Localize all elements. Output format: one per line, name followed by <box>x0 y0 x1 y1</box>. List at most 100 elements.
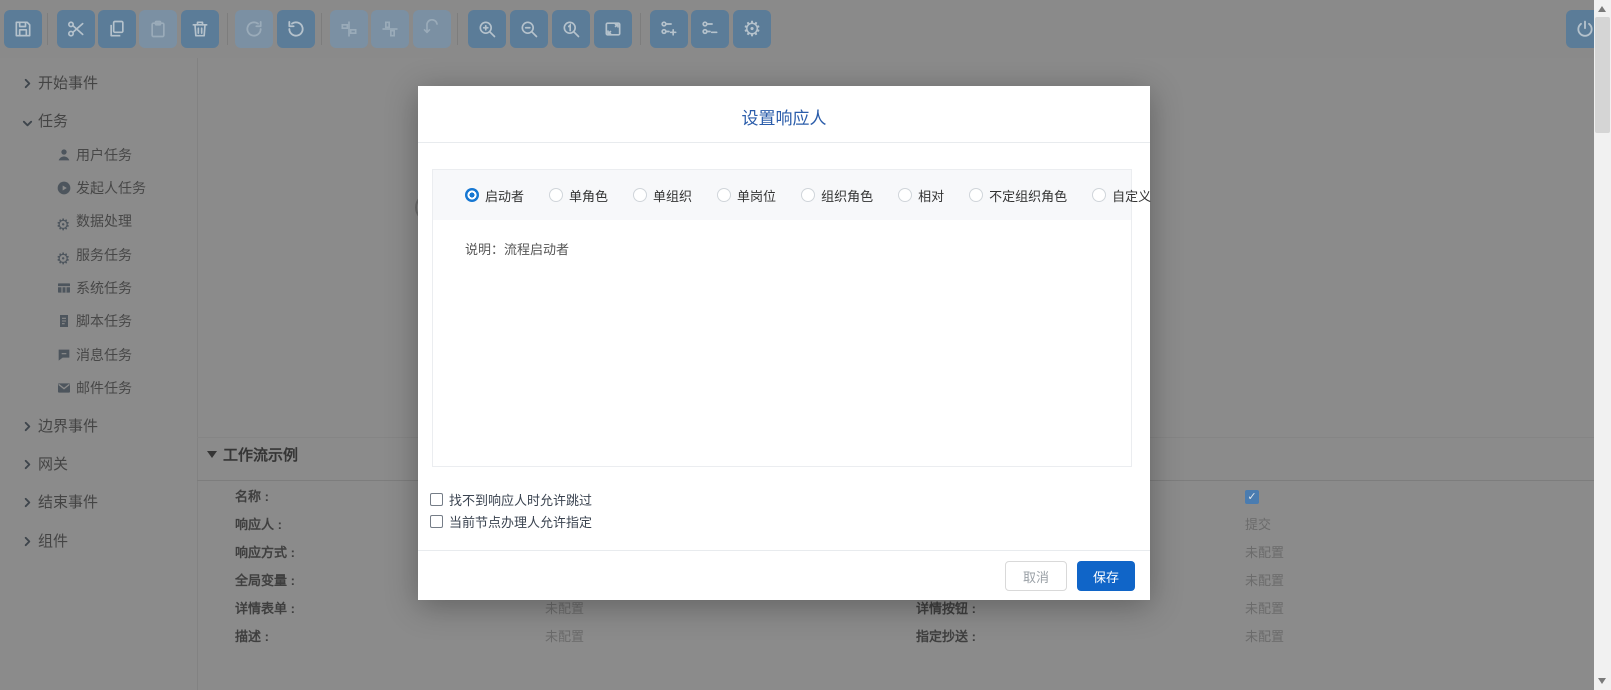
table-icon <box>56 280 72 296</box>
field-label: 全局变量 : <box>235 567 295 595</box>
field-label: 响应方式 : <box>235 539 295 567</box>
chevron-right-icon <box>22 497 33 508</box>
delete-button[interactable] <box>181 10 219 48</box>
sidebar-group-gateway[interactable]: 网关 <box>0 451 197 479</box>
radio-option-relative[interactable]: 相对 <box>898 186 944 205</box>
radio-icon <box>801 188 815 202</box>
field-label: 描述 : <box>235 623 269 651</box>
delete-icon <box>190 19 210 39</box>
sidebar-group-components[interactable]: 组件 <box>0 528 197 556</box>
copy-icon <box>107 19 127 39</box>
radio-option-undetermined-org-role[interactable]: 不定组织角色 <box>969 186 1067 205</box>
panel-title: 工作流示例 <box>223 447 298 464</box>
vertical-scrollbar[interactable] <box>1594 0 1611 690</box>
field-label: 详情表单 : <box>235 595 295 623</box>
radio-option-org-role[interactable]: 组织角色 <box>801 186 873 205</box>
script-icon <box>56 313 72 329</box>
radio-icon <box>717 188 731 202</box>
scrollbar-thumb[interactable] <box>1595 17 1610 133</box>
sidebar-item-data-processing[interactable]: ⚙ 数据处理 <box>0 208 197 234</box>
remove-node-button[interactable] <box>691 10 729 48</box>
sidebar-item-service-task[interactable]: ⚙ 服务任务 <box>0 242 197 268</box>
radio-icon <box>898 188 912 202</box>
zoom-in-icon <box>477 19 497 39</box>
sidebar-group-task[interactable]: 任务 <box>0 108 197 136</box>
radio-option-single-post[interactable]: 单岗位 <box>717 186 776 205</box>
radio-option-single-org[interactable]: 单组织 <box>633 186 692 205</box>
responder-type-radio-group: 启动者 单角色 单组织 单岗位 组织角色 相对 不定组织角色 自定义 <box>433 170 1131 220</box>
comment-icon <box>56 347 72 363</box>
sidebar-item-initiator-task[interactable]: 发起人任务 <box>0 175 197 201</box>
fit-screen-button[interactable] <box>594 10 632 48</box>
user-icon <box>56 147 72 163</box>
fit-screen-icon <box>603 19 623 39</box>
zoom-out-button[interactable] <box>510 10 548 48</box>
redo-icon <box>244 19 264 39</box>
chevron-right-icon <box>22 421 33 432</box>
option-description: 说明：流程启动者 <box>465 239 569 258</box>
checkbox-allow-current-handler-assign[interactable]: 当前节点办理人允许指定 <box>430 512 592 530</box>
distribute-horizontal-icon <box>339 19 359 39</box>
chevron-down-icon <box>22 118 33 129</box>
checked-checkbox-icon: ✓ <box>1245 490 1259 504</box>
radio-option-single-role[interactable]: 单角色 <box>549 186 608 205</box>
toolbar-separator <box>227 13 228 45</box>
field-value: 未配置 <box>545 623 584 651</box>
sidebar-item-script-task[interactable]: 脚本任务 <box>0 308 197 334</box>
distribute-vertical-button[interactable] <box>371 10 409 48</box>
responder-option-box: 启动者 单角色 单组织 单岗位 组织角色 相对 不定组织角色 自定义 说明：流程… <box>432 169 1132 467</box>
sidebar-group-start-event[interactable]: 开始事件 <box>0 70 197 98</box>
cut-button[interactable] <box>57 10 95 48</box>
checkbox-icon <box>430 493 443 506</box>
field-value: 未配置 <box>1245 595 1284 623</box>
dialog-title: 设置响应人 <box>418 104 1150 129</box>
sidebar-item-message-task[interactable]: 消息任务 <box>0 342 197 368</box>
undo-button[interactable] <box>277 10 315 48</box>
zoom-reset-button[interactable] <box>552 10 590 48</box>
checkbox-allow-skip-when-no-responder[interactable]: 找不到响应人时允许跳过 <box>430 490 592 508</box>
scroll-down-arrow-icon[interactable] <box>1598 678 1606 684</box>
radio-selected-icon <box>465 188 479 202</box>
sidebar-group-end-event[interactable]: 结束事件 <box>0 489 197 517</box>
save-icon <box>13 19 33 39</box>
field-label: 指定抄送 : <box>916 623 976 651</box>
zoom-out-icon <box>519 19 539 39</box>
settings-gear-icon: ⚙ <box>743 19 762 40</box>
radio-option-initiator[interactable]: 启动者 <box>465 186 524 205</box>
sidebar-item-mail-task[interactable]: 邮件任务 <box>0 375 197 401</box>
play-circle-icon <box>56 180 72 196</box>
reset-direction-button[interactable] <box>413 10 451 48</box>
distribute-horizontal-button[interactable] <box>330 10 368 48</box>
field-value: 未配置 <box>1245 623 1284 651</box>
add-node-button[interactable] <box>650 10 688 48</box>
sidebar-item-system-task[interactable]: 系统任务 <box>0 275 197 301</box>
cancel-button[interactable]: 取消 <box>1005 561 1067 591</box>
toolbar: ⚙ <box>0 0 1594 58</box>
settings-button[interactable]: ⚙ <box>733 10 771 48</box>
field-value: 未配置 <box>1245 539 1284 567</box>
gear-icon: ⚙ <box>56 247 70 273</box>
paste-button[interactable] <box>139 10 177 48</box>
copy-button[interactable] <box>98 10 136 48</box>
palette-sidebar: 开始事件 任务 用户任务 发起人任务 ⚙ 数据处理 ⚙ 服务任务 系统任务 脚本 <box>0 58 198 690</box>
undo-icon <box>286 19 306 39</box>
modal-save-button[interactable]: 保存 <box>1077 561 1135 591</box>
toolbar-save-button[interactable] <box>4 10 42 48</box>
radio-icon <box>1092 188 1106 202</box>
sidebar-item-user-task[interactable]: 用户任务 <box>0 142 197 168</box>
workflow-designer-app: ⚙ 开始事件 任务 用户任务 发起人任务 ⚙ 数据处理 ⚙ 服务任务 <box>0 0 1611 690</box>
zoom-in-button[interactable] <box>468 10 506 48</box>
zoom-reset-icon <box>561 19 581 39</box>
scroll-up-arrow-icon[interactable] <box>1598 6 1606 12</box>
sidebar-group-boundary-event[interactable]: 边界事件 <box>0 413 197 441</box>
radio-option-custom[interactable]: 自定义 <box>1092 186 1151 205</box>
mail-icon <box>56 380 72 396</box>
panel-header[interactable]: 工作流示例 <box>207 445 298 467</box>
toolbar-separator <box>457 13 458 45</box>
redo-button[interactable] <box>235 10 273 48</box>
dialog-title-divider <box>418 142 1150 143</box>
toolbar-separator <box>640 13 641 45</box>
radio-icon <box>549 188 563 202</box>
field-label: 响应人 : <box>235 511 282 539</box>
power-icon <box>1575 19 1595 39</box>
